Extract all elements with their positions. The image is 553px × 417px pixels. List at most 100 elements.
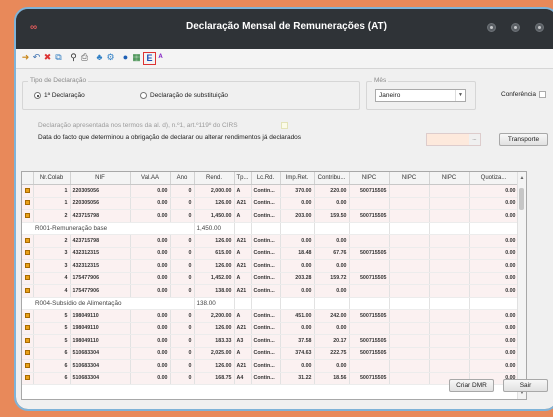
cell-nipc-empty[interactable] [429, 209, 470, 223]
row-expand-icon[interactable] [24, 337, 30, 343]
cell-contribu[interactable]: 20.17 [314, 334, 350, 348]
cell-nipc[interactable] [349, 234, 390, 248]
cell-contribu[interactable]: 0.00 [314, 197, 350, 210]
cell-nr-colab[interactable]: 5 [33, 309, 71, 323]
cell-nipc[interactable]: 500715505 [349, 372, 390, 385]
cell-nipc-empty[interactable] [389, 184, 430, 198]
cell-nipc[interactable]: 500715505 [349, 247, 390, 260]
cell-val-aa[interactable]: 0.00 [130, 247, 171, 260]
table-row[interactable]: 5 198049110 0.00 0 2,200.00 A Contin... 451.00 2… [22, 309, 519, 323]
print-icon[interactable]: ⎙ [79, 52, 90, 63]
cell-imp-ret[interactable]: 451.00 [280, 309, 315, 323]
cell-ano[interactable]: 0 [170, 247, 195, 260]
cell-val-aa[interactable]: 0.00 [130, 272, 171, 285]
table-row[interactable]: 5 198049110 0.00 0 126.00 A21 Contin... 0.00 0.0… [22, 322, 519, 335]
cell-rend[interactable]: 126.00 [194, 234, 235, 248]
cell-nipc-empty[interactable] [429, 259, 470, 273]
radio-primeira[interactable] [34, 92, 41, 99]
table-row[interactable]: 5 198049110 0.00 0 183.33 A3 Contin... 37.58 20.… [22, 334, 519, 348]
cell-nr-colab[interactable]: 4 [33, 284, 71, 298]
cell-nipc-empty[interactable] [389, 234, 430, 248]
table-row[interactable]: 6 510683304 0.00 0 126.00 A21 Contin... 0.00 0.0… [22, 359, 519, 373]
cell-rend[interactable]: 1,450.00 [194, 209, 235, 223]
table-row[interactable]: 6 510683304 0.00 0 2,025.00 A Contin... 374.63 2… [22, 347, 519, 360]
cell-lc-rd[interactable]: Contin... [251, 359, 281, 373]
cell-nr-colab[interactable]: 3 [33, 259, 71, 273]
cell-quotiza[interactable]: 0.00 [469, 322, 519, 335]
cell-val-aa[interactable]: 0.00 [130, 359, 171, 373]
cell-nipc-empty[interactable] [389, 247, 430, 260]
art119-checkbox[interactable] [281, 122, 288, 129]
row-expand-cell[interactable] [22, 334, 34, 348]
row-expand-cell[interactable] [22, 372, 34, 385]
cell-imp-ret[interactable]: 0.00 [280, 322, 315, 335]
cell-quotiza[interactable]: 0.00 [469, 284, 519, 298]
cell-nif[interactable]: 510683304 [70, 372, 131, 385]
table-row[interactable]: 2 423715798 0.00 0 126.00 A21 Contin... 0.00 0.0… [22, 234, 519, 248]
cell-ano[interactable]: 0 [170, 334, 195, 348]
cell-tp[interactable]: A [234, 184, 252, 198]
col-ano[interactable]: Ano [170, 172, 195, 185]
cell-rend[interactable]: 126.00 [194, 259, 235, 273]
undo-icon[interactable]: ↶ [31, 52, 42, 63]
cell-imp-ret[interactable]: 31.22 [280, 372, 315, 385]
cell-nif[interactable]: 175477906 [70, 284, 131, 298]
cell-ano[interactable]: 0 [170, 234, 195, 248]
cell-tp[interactable]: A [234, 347, 252, 360]
cell-nif[interactable]: 220305056 [70, 197, 131, 210]
cell-nipc[interactable] [349, 284, 390, 298]
cell-contribu[interactable]: 0.00 [314, 234, 350, 248]
cell-ano[interactable]: 0 [170, 347, 195, 360]
spell-icon[interactable]: ᴬ [155, 52, 166, 63]
cell-val-aa[interactable]: 0.00 [130, 284, 171, 298]
cell-nipc-empty[interactable] [429, 247, 470, 260]
table-row[interactable]: 6 510683304 0.00 0 168.75 A4 Contin... 31.22 18.… [22, 372, 519, 385]
minimize-button[interactable] [487, 23, 496, 32]
cell-nr-colab[interactable]: 1 [33, 197, 71, 210]
col-tp[interactable]: Tp... [234, 172, 252, 185]
mes-select[interactable]: Janeiro ▼ [375, 89, 466, 102]
cell-tp[interactable]: A4 [234, 372, 252, 385]
cell-contribu[interactable]: 0.00 [314, 359, 350, 373]
row-expand-cell[interactable] [22, 209, 34, 223]
cell-ano[interactable]: 0 [170, 272, 195, 285]
cell-lc-rd[interactable]: Contin... [251, 372, 281, 385]
table-row[interactable]: 4 175477906 0.00 0 1,452.00 A Contin... 203.28 1… [22, 272, 519, 285]
cell-rend[interactable]: 126.00 [194, 322, 235, 335]
cell-tp[interactable]: A [234, 247, 252, 260]
cell-nr-colab[interactable]: 2 [33, 234, 71, 248]
row-expand-cell[interactable] [22, 184, 34, 198]
cell-nif[interactable]: 423715798 [70, 234, 131, 248]
table-row[interactable]: 4 175477906 0.00 0 138.00 A21 Contin... 0.00 0.0… [22, 284, 519, 298]
sair-button[interactable]: Sair [503, 379, 548, 392]
cell-lc-rd[interactable]: Contin... [251, 334, 281, 348]
cell-ano[interactable]: 0 [170, 184, 195, 198]
cell-nipc[interactable]: 500715505 [349, 272, 390, 285]
scroll-up-icon[interactable]: ▲ [518, 175, 526, 181]
cell-tp[interactable]: A21 [234, 359, 252, 373]
cell-lc-rd[interactable]: Contin... [251, 184, 281, 198]
cell-nr-colab[interactable]: 3 [33, 247, 71, 260]
cell-quotiza[interactable]: 0.00 [469, 234, 519, 248]
cell-contribu[interactable]: 242.00 [314, 309, 350, 323]
row-expand-cell[interactable] [22, 259, 34, 273]
col-nipc-2[interactable]: NIPC [389, 172, 430, 185]
cell-contribu[interactable]: 0.00 [314, 259, 350, 273]
cell-val-aa[interactable]: 0.00 [130, 309, 171, 323]
cell-lc-rd[interactable]: Contin... [251, 247, 281, 260]
radio-substituicao[interactable] [140, 92, 147, 99]
cell-nif[interactable]: 510683304 [70, 347, 131, 360]
cell-tp[interactable]: A21 [234, 259, 252, 273]
cell-nr-colab[interactable]: 4 [33, 272, 71, 285]
cell-imp-ret[interactable]: 0.00 [280, 259, 315, 273]
cell-nif[interactable]: 432312315 [70, 247, 131, 260]
cell-lc-rd[interactable]: Contin... [251, 209, 281, 223]
cell-nr-colab[interactable]: 1 [33, 184, 71, 198]
settings-icon[interactable]: ⚙ [105, 52, 116, 63]
cell-quotiza[interactable]: 0.00 [469, 347, 519, 360]
cell-imp-ret[interactable]: 203.28 [280, 272, 315, 285]
col-rend[interactable]: Rend. [194, 172, 235, 185]
row-expand-icon[interactable] [24, 375, 30, 381]
table-row[interactable]: 3 432312315 0.00 0 615.00 A Contin... 18.48 67.7… [22, 247, 519, 260]
row-expand-cell[interactable] [22, 359, 34, 373]
